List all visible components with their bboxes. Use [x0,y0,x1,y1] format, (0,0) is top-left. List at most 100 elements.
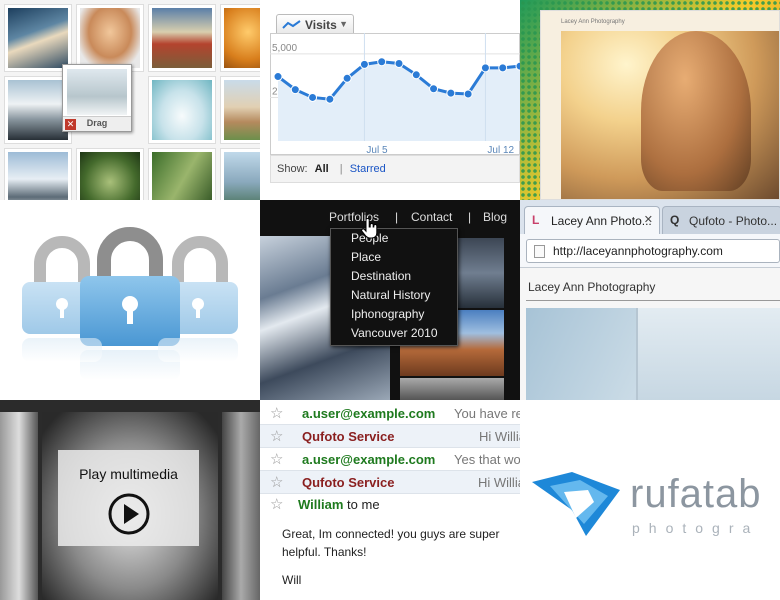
menu-item-place[interactable]: Place [331,248,457,267]
data-point[interactable] [290,85,300,95]
nav-contact[interactable]: Contact [411,210,452,224]
message-header: William to me [298,497,380,512]
photo-thumbnail[interactable] [4,4,72,72]
data-point[interactable] [498,63,508,73]
star-icon[interactable]: ☆ [270,404,283,422]
close-icon[interactable]: ✕ [644,213,653,226]
brand-subtitle: photogra [632,520,760,536]
site-title: Lacey Ann Photography [528,280,656,294]
email-snippet: Yes that wo [454,452,520,467]
data-point[interactable] [325,94,335,104]
site-caption: Lacey Ann Photography [561,19,625,25]
photo-thumbnail[interactable] [76,148,144,200]
data-point[interactable] [480,63,490,73]
drag-label: Drag [86,118,108,128]
data-point[interactable] [411,70,421,80]
toolbar: http://laceyannphotography.com [520,234,780,268]
star-icon[interactable]: ☆ [270,427,283,445]
lacey-ann-favicon: L [532,213,540,227]
filter-all[interactable]: All [315,163,329,175]
data-point[interactable] [342,73,352,83]
menu-item-people[interactable]: People [331,229,457,248]
bw-photo [0,412,38,600]
email-row[interactable]: ☆ Qufoto Service Hi William, Great, j [260,471,520,494]
email-sender: a.user@example.com [302,406,436,421]
padlock-illustration [0,200,260,400]
filter-starred[interactable]: Starred [350,163,386,175]
website-preview: Lacey Ann Photography [540,10,780,200]
photo-thumbnail[interactable] [148,76,216,144]
address-bar[interactable]: http://laceyannphotography.com [526,239,780,263]
photo-thumbnail[interactable] [4,148,72,200]
nav-blog[interactable]: Blog [483,210,507,224]
photo-thumbnail[interactable] [148,4,216,72]
url-text: http://laceyannphotography.com [553,244,723,258]
tab-lacey-ann[interactable]: L Lacey Ann Photo... ✕ [524,206,660,234]
email-snippet: Hi William, Great, j [478,475,520,490]
logo-icon [532,472,620,536]
photo-thumbnail[interactable] [76,4,144,72]
page-icon [534,245,545,258]
photo-thumbnail[interactable] [148,148,216,200]
email-row[interactable]: ☆ Qufoto Service Hi William, I can se [260,425,520,448]
drag-bar[interactable]: ✕ Drag [63,116,131,131]
play-icon [108,493,150,535]
data-point[interactable] [463,89,473,99]
star-icon[interactable]: ☆ [270,473,283,491]
tab-title: Qufoto - Photo... [689,214,778,228]
page-content: Lacey Ann Photography [520,268,780,400]
email-row[interactable]: ☆ a.user@example.com You have re [260,402,520,425]
menu-item-vancouver-2010[interactable]: Vancouver 2010 [331,324,457,343]
photo-thumbnail[interactable] [220,148,260,200]
play-label: Play multimedia [79,466,178,482]
portrait-subject [641,31,751,191]
visits-chart: 2,5005,000Jul 5Jul 12 [270,33,520,155]
menu-item-natural-history[interactable]: Natural History [331,286,457,305]
brand-logo-panel: rufatab photogra [520,400,780,600]
tab-qufoto[interactable]: Q Qufoto - Photo... [662,206,780,234]
data-point[interactable] [377,57,387,67]
dotted-photo-panel: Lacey Ann Photography [520,0,780,200]
dragged-photo[interactable]: ✕ Drag [62,64,132,132]
data-point[interactable] [273,72,283,82]
landscape-photo [400,378,504,400]
email-sender: a.user@example.com [302,452,436,467]
multimedia-player: Play multimedia [0,400,260,600]
photo-thumbnail[interactable] [220,76,260,144]
hero-photo [526,308,780,400]
tab-strip: L Lacey Ann Photo... ✕ Q Qufoto - Photo.… [520,200,780,234]
metric-selector[interactable]: Visits ▼ [276,14,354,34]
x-tick-label: Jul 5 [366,145,388,155]
dragged-photo-image [67,69,127,115]
nav-separator: | [395,210,399,224]
data-point[interactable] [429,84,439,94]
email-snippet: You have re [454,406,520,421]
browser-window: L Lacey Ann Photo... ✕ Q Qufoto - Photo.… [520,200,780,400]
message-signature: Will [282,573,302,587]
email-sender: Qufoto Service [302,429,395,444]
x-tick-label: Jul 12 [487,145,514,155]
portfolio-site-panel: Portfolios | Contact | Blog People Place… [260,200,520,400]
email-thread-panel: ☆ a.user@example.com You have re ☆ Qufoto Se… [260,400,520,600]
analytics-panel: Visits ▼ 2,5005,000Jul 5Jul 12 Show: All… [260,0,520,200]
data-point[interactable] [394,58,404,68]
message-recipient: to me [347,497,380,512]
star-icon[interactable]: ☆ [270,495,283,513]
metric-label: Visits [305,18,337,32]
brand-wordmark: rufatab [630,472,762,516]
chart-filter-bar: Show: All | Starred [270,155,520,183]
play-multimedia-button[interactable]: Play multimedia [58,450,199,546]
star-icon[interactable]: ☆ [270,450,283,468]
data-point[interactable] [308,92,318,102]
filter-separator: | [339,163,343,175]
bw-photo [222,412,260,600]
menu-item-iphonography[interactable]: Iphonography [331,305,457,324]
email-row[interactable]: ☆ a.user@example.com Yes that wo [260,448,520,471]
data-point[interactable] [359,59,369,69]
photo-grid-panel: ✕ Drag [0,0,260,200]
divider [526,300,780,301]
hand-cursor-icon [361,218,378,239]
menu-item-destination[interactable]: Destination [331,267,457,286]
data-point[interactable] [446,88,456,98]
photo-thumbnail[interactable] [220,4,260,72]
